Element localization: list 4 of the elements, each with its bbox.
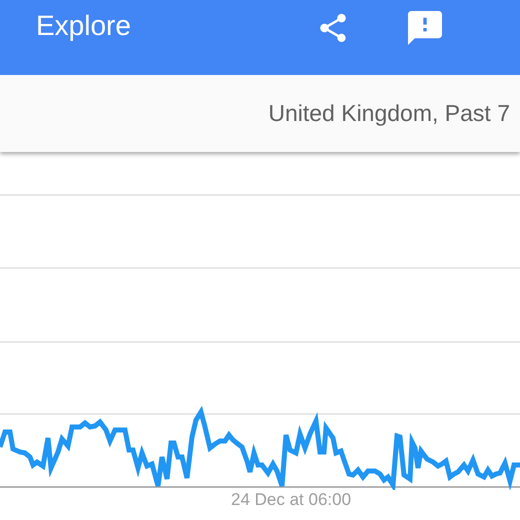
feedback-icon[interactable] (408, 10, 442, 44)
filter-summary[interactable]: United Kingdom, Past 7 (268, 100, 510, 127)
x-axis-label: 24 Dec at 06:00 (231, 490, 352, 510)
page-title: Explore (36, 10, 131, 42)
